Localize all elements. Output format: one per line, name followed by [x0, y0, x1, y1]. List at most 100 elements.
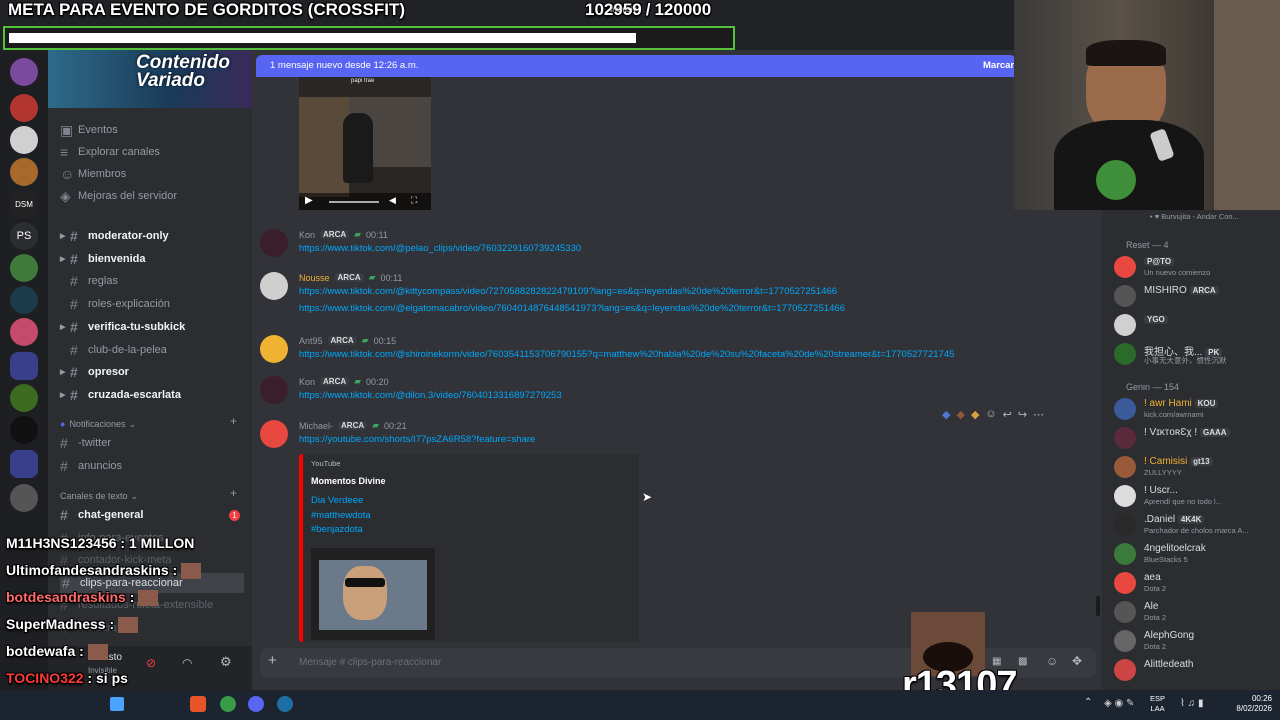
reaction-icon[interactable]: ◆	[971, 408, 979, 421]
member-item[interactable]: ! Camisisi gt13 ZULLYYYY	[1114, 454, 1274, 480]
nav-boosts[interactable]: ◈ Mejoras del servidor	[60, 186, 177, 206]
reply-icon[interactable]: ↩	[1003, 408, 1012, 421]
discord-icon[interactable]	[248, 696, 264, 712]
message-link[interactable]: https://www.tiktok.com/@kittycompass/vid…	[299, 286, 837, 297]
embed-line[interactable]: #matthewdota	[311, 510, 371, 521]
role-badge: ARCA	[320, 230, 350, 239]
server-icon[interactable]	[10, 484, 38, 512]
channel-item[interactable]: ▶ # opresor	[60, 362, 129, 382]
author-name[interactable]: Nousse	[299, 273, 330, 283]
seek-bar[interactable]	[329, 201, 379, 203]
message-link[interactable]: https://www.tiktok.com/@pelao_clips/vide…	[299, 243, 581, 254]
message-input[interactable]: Mensaje # clips-para-reaccionar	[299, 657, 441, 668]
clock[interactable]: 00:26 8/02/2026	[1228, 694, 1272, 714]
channel-item[interactable]: ▶ # moderator-only	[60, 226, 169, 246]
avatar[interactable]	[260, 420, 288, 448]
channel-item[interactable]: ▶ # verifica-tu-subkick	[60, 317, 185, 337]
embed-line[interactable]: #benjazdota	[311, 524, 363, 535]
server-icon[interactable]	[10, 384, 38, 412]
server-icon[interactable]	[10, 254, 38, 282]
apps-icon[interactable]: ✥	[1072, 654, 1082, 668]
channel-anuncios[interactable]: # anuncios	[60, 456, 122, 476]
scrollbar[interactable]	[1096, 596, 1100, 616]
nav-browse-channels[interactable]: ≡ Explorar canales	[60, 142, 160, 162]
member-item[interactable]: P@TO Un nuevo comienzo	[1114, 254, 1274, 280]
chrome-icon[interactable]	[220, 696, 236, 712]
message-link[interactable]: https://www.tiktok.com/@shiroinekorm/vid…	[299, 349, 954, 360]
author-name[interactable]: Ant95	[299, 336, 323, 346]
member-item[interactable]: 我担心、我... PK 小事无大意外，惯性沉默	[1114, 341, 1274, 367]
server-icon[interactable]	[10, 416, 38, 444]
channel-item[interactable]: # reglas	[60, 271, 118, 291]
tray-chevron-icon[interactable]: ⌃	[1084, 697, 1092, 708]
video-attachment[interactable]: papi trae ▶ ◀ ⛶	[299, 77, 431, 210]
more-icon[interactable]: ⋯	[1033, 408, 1044, 421]
member-item[interactable]: ! VɪᴋᴛᴏʀƐχ ! GAAA	[1114, 425, 1274, 451]
reaction-icon[interactable]: ◆	[956, 408, 964, 421]
avatar[interactable]	[260, 376, 288, 404]
author-name[interactable]: Kon	[299, 377, 315, 387]
server-icon[interactable]	[10, 58, 38, 86]
fullscreen-icon[interactable]: ⛶	[411, 195, 417, 206]
author-name[interactable]: Michael-	[299, 421, 333, 431]
steam-icon[interactable]	[277, 696, 293, 712]
add-channel-icon[interactable]: +	[230, 486, 237, 500]
language-indicator[interactable]: ESP LAA	[1150, 694, 1165, 714]
embed-line[interactable]: Dia Verdeee	[311, 495, 363, 506]
sticker-icon[interactable]: ▩	[1018, 656, 1027, 667]
play-icon[interactable]: ▶	[305, 195, 313, 206]
reaction-icon[interactable]: ◆	[942, 408, 950, 421]
embed-thumbnail[interactable]	[311, 548, 435, 640]
channel-twitter[interactable]: # -twitter	[60, 433, 111, 453]
channel-item[interactable]: ▶ # bienvenida	[60, 249, 145, 269]
server-icon[interactable]	[10, 318, 38, 346]
member-item[interactable]: ! Uscr... Aprendí que no todo l...	[1114, 483, 1274, 509]
member-item[interactable]: Alittledeath	[1114, 657, 1274, 683]
server-banner[interactable]: Contenido Variado	[48, 50, 252, 108]
server-icon[interactable]	[10, 158, 38, 186]
message-link[interactable]: https://www.tiktok.com/@dilon.3/video/76…	[299, 390, 562, 401]
mark-read-button[interactable]: Marcar	[983, 60, 1014, 71]
member-item[interactable]: Ale Dota 2	[1114, 599, 1274, 625]
forward-icon[interactable]: ↪	[1018, 408, 1027, 421]
volume-icon[interactable]: ◀	[389, 195, 396, 206]
member-item[interactable]: ! awr Hami KOU kick.com/awrnami	[1114, 396, 1274, 422]
server-icon[interactable]: PS	[10, 222, 38, 250]
server-icon[interactable]: DSM	[10, 190, 38, 218]
add-channel-icon[interactable]: +	[230, 414, 237, 428]
channel-item[interactable]: ▶ # cruzada-escarlata	[60, 385, 181, 405]
member-item[interactable]: MISHIRO ARCA	[1114, 283, 1274, 309]
calendar-icon: ▣	[60, 121, 74, 138]
emoji-icon[interactable]: ☺	[1046, 654, 1058, 668]
member-item[interactable]: YGO	[1114, 312, 1274, 338]
category-notificaciones[interactable]: ● Notificaciones ⌄	[60, 414, 136, 434]
avatar[interactable]	[260, 335, 288, 363]
channel-item[interactable]: # club-de-la-pelea	[60, 340, 167, 360]
server-icon[interactable]	[10, 286, 38, 314]
category-text-channels[interactable]: Canales de texto ⌄	[60, 486, 138, 506]
brave-icon[interactable]	[190, 696, 206, 712]
member-item[interactable]: AlephGong Dota 2	[1114, 628, 1274, 654]
tray-icons[interactable]: ◈ ◉ ✎	[1104, 698, 1134, 709]
nav-members[interactable]: ☺ Miembros	[60, 164, 126, 184]
channel-item[interactable]: # roles-explicación	[60, 294, 170, 314]
network-icon[interactable]: ⌇ ♫ ▮	[1180, 698, 1203, 709]
author-name[interactable]: Kon	[299, 230, 315, 240]
nav-events[interactable]: ▣ Eventos	[60, 120, 118, 140]
avatar[interactable]	[260, 272, 288, 300]
channel-chat-general[interactable]: # chat-general	[60, 505, 143, 525]
member-item[interactable]: .Daniel 4K4K Parchador de cholos marca A.…	[1114, 512, 1274, 538]
folder-icon[interactable]	[10, 450, 38, 478]
add-reaction-icon[interactable]: ☺	[985, 408, 996, 421]
folder-icon[interactable]	[10, 352, 38, 380]
new-messages-banner[interactable]: 1 mensaje nuevo desde 12:26 a.m. Marcar	[256, 55, 1016, 77]
start-icon[interactable]	[110, 697, 124, 711]
message-link[interactable]: https://www.tiktok.com/@elgatomacabro/vi…	[299, 303, 845, 314]
server-icon[interactable]	[10, 94, 38, 122]
server-icon[interactable]	[10, 126, 38, 154]
embed-title[interactable]: Momentos Divine	[311, 476, 386, 486]
message-link[interactable]: https://youtube.com/shorts/I77psZA6R58?f…	[299, 434, 535, 445]
member-item[interactable]: aea Dota 2	[1114, 570, 1274, 596]
member-item[interactable]: 4ngelitoelcrak BlueStacks 5	[1114, 541, 1274, 567]
avatar[interactable]	[260, 229, 288, 257]
